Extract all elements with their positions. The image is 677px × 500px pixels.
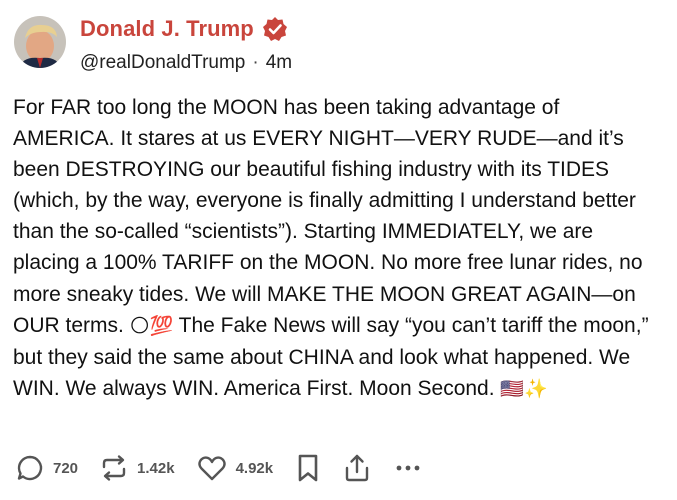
meta-separator: · xyxy=(252,52,259,73)
post-timestamp[interactable]: 4m xyxy=(266,52,292,74)
author-name-row: Donald J. Trump xyxy=(80,16,288,42)
post-body: For FAR too long the MOON has been takin… xyxy=(13,92,665,405)
reply-icon xyxy=(16,454,44,482)
post-card: Donald J. Trump @realDonaldTrump · 4m Fo… xyxy=(0,0,677,500)
moon-hundred-emoji: 🌕💯 xyxy=(129,314,174,337)
like-icon xyxy=(197,454,227,482)
share-button[interactable] xyxy=(343,453,371,483)
retruth-icon xyxy=(100,454,128,482)
post-text-part-1: For FAR too long the MOON has been takin… xyxy=(13,96,643,337)
avatar[interactable] xyxy=(14,16,66,68)
reply-count: 720 xyxy=(53,459,79,477)
retruth-button[interactable]: 1.42k xyxy=(100,454,175,482)
like-button[interactable]: 4.92k xyxy=(197,454,274,482)
bookmark-button[interactable] xyxy=(295,453,321,483)
action-bar: 720 1.42k 4.92k xyxy=(16,452,445,484)
retruth-count: 1.42k xyxy=(137,459,175,477)
share-icon xyxy=(343,453,371,483)
author-handle[interactable]: @realDonaldTrump xyxy=(80,52,245,74)
more-icon xyxy=(393,454,423,482)
reply-button[interactable]: 720 xyxy=(16,454,78,482)
author-display-name[interactable]: Donald J. Trump xyxy=(80,16,254,42)
bookmark-icon xyxy=(295,453,321,483)
flag-sparkles-emoji: 🇺🇸✨ xyxy=(500,377,548,400)
like-count: 4.92k xyxy=(235,459,274,477)
author-meta-row: @realDonaldTrump · 4m xyxy=(80,52,292,74)
more-options-button[interactable] xyxy=(393,454,423,482)
verified-badge-icon xyxy=(262,16,288,42)
